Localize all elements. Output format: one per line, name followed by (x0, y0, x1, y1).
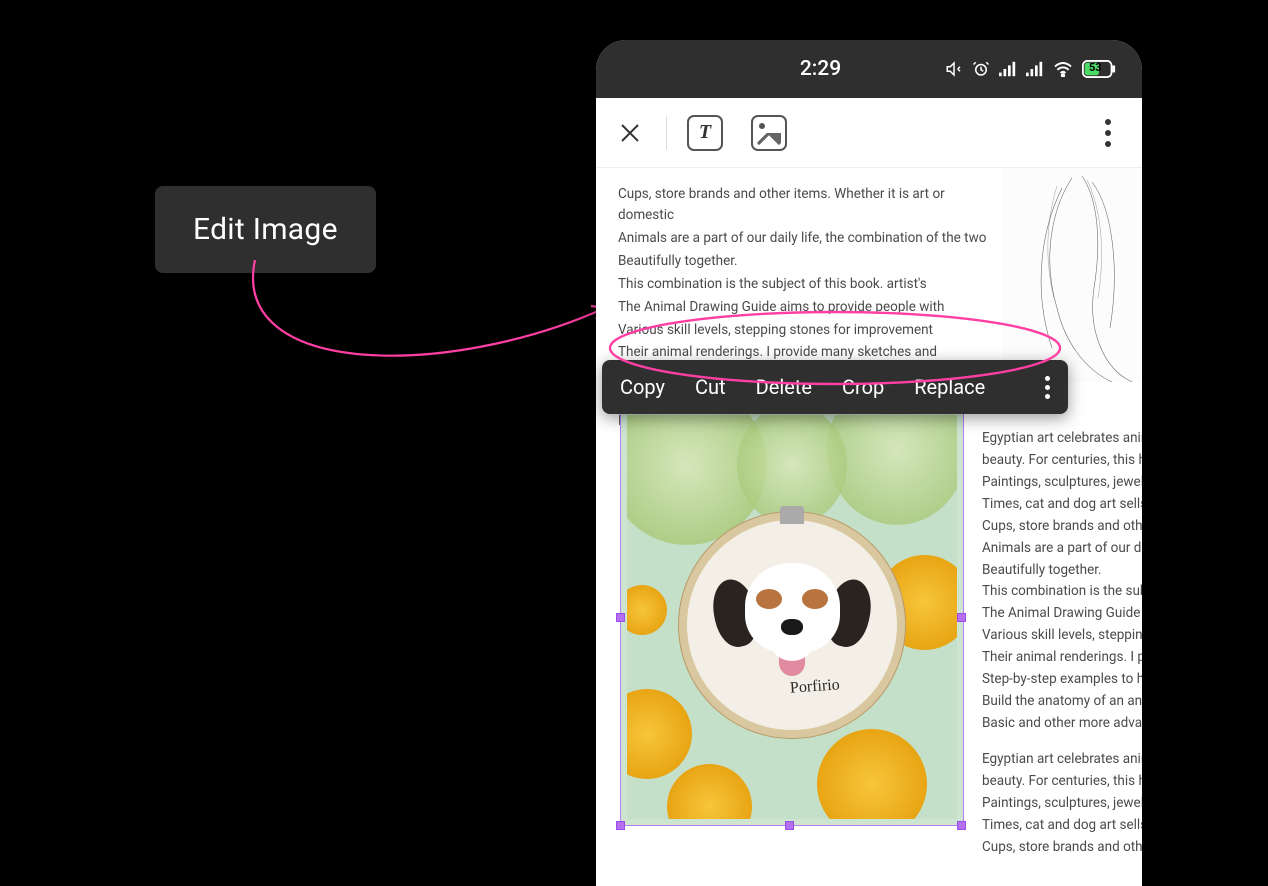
selection-frame: Porfirio (620, 408, 964, 826)
right-paragraph: Egyptian art celebrates animal beauty. F… (982, 428, 1142, 859)
badge-label: Edit Image (193, 212, 338, 247)
selected-image-wrapper[interactable]: Porfirio (612, 402, 966, 832)
ctx-delete[interactable]: Delete (756, 375, 812, 399)
editor-toolbar: T (596, 98, 1142, 168)
edit-image-badge: Edit Image (155, 186, 376, 273)
ctx-replace[interactable]: Replace (914, 375, 985, 399)
embroidery-hoop: Porfirio (687, 520, 897, 730)
toolbar-divider (666, 116, 667, 150)
annotation-arrow (200, 258, 620, 398)
alarm-icon (972, 60, 990, 78)
resize-handle-bm[interactable] (785, 821, 794, 830)
signal-icon-2 (1026, 61, 1044, 77)
phone-frame: 2:29 53 (596, 40, 1142, 886)
status-icons: 53 (945, 60, 1116, 78)
mute-icon (945, 60, 963, 78)
battery-icon: 53 (1082, 60, 1116, 78)
text-format-button[interactable]: T (687, 115, 723, 151)
signal-icon-1 (999, 61, 1017, 77)
resize-handle-ml[interactable] (616, 613, 625, 622)
ctx-crop[interactable]: Crop (842, 375, 884, 399)
selected-image[interactable]: Porfirio (627, 415, 957, 819)
wifi-icon (1053, 61, 1073, 77)
ctx-cut[interactable]: Cut (695, 375, 726, 399)
ctx-more-button[interactable] (1045, 376, 1050, 399)
more-options-button[interactable] (1092, 117, 1124, 149)
signature-text: Porfirio (789, 674, 840, 702)
horse-sketch-image[interactable] (1002, 168, 1142, 382)
ctx-copy[interactable]: Copy (620, 375, 665, 399)
image-insert-button[interactable] (751, 115, 787, 151)
resize-handle-br[interactable] (957, 821, 966, 830)
document-area[interactable]: Cups, store brands and other items. Whet… (596, 168, 1142, 886)
status-bar: 2:29 53 (596, 40, 1142, 98)
close-button[interactable] (614, 117, 646, 149)
battery-pct: 53 (1089, 61, 1102, 74)
resize-handle-bl[interactable] (616, 821, 625, 830)
image-context-menu: Copy Cut Delete Crop Replace (602, 360, 1068, 414)
status-time: 2:29 (596, 57, 945, 81)
resize-handle-mr[interactable] (957, 613, 966, 622)
